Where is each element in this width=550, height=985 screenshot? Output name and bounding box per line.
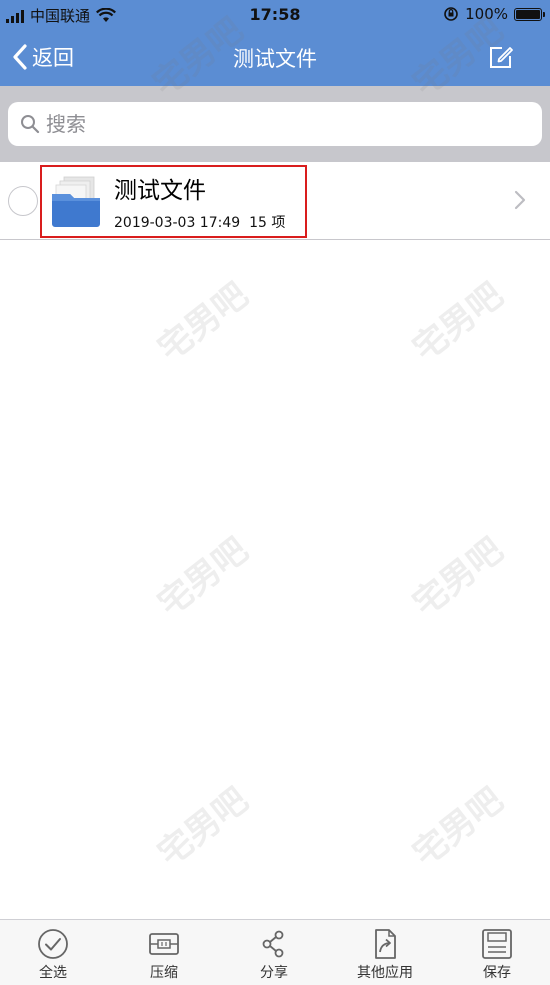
chevron-right-icon bbox=[514, 190, 526, 210]
watermark: 宅男吧 bbox=[405, 275, 511, 370]
watermark: 宅男吧 bbox=[150, 780, 256, 875]
search-box[interactable] bbox=[8, 102, 542, 146]
save-icon bbox=[482, 929, 512, 959]
share-label: 分享 bbox=[260, 965, 288, 981]
save-label: 保存 bbox=[483, 965, 511, 981]
page-title: 测试文件 bbox=[233, 47, 317, 71]
search-icon bbox=[21, 115, 40, 134]
list-item[interactable]: 测试文件 2019-03-03 17:49 15 项 bbox=[0, 162, 550, 240]
edit-button[interactable] bbox=[488, 44, 514, 74]
check-circle-icon bbox=[38, 929, 68, 959]
compress-label: 压缩 bbox=[150, 965, 178, 981]
battery-percent: 100% bbox=[465, 5, 508, 23]
watermark: 宅男吧 bbox=[150, 275, 256, 370]
watermark: 宅男吧 bbox=[405, 780, 511, 875]
search-area bbox=[0, 86, 550, 162]
select-radio[interactable] bbox=[8, 186, 38, 216]
other-apps-button[interactable]: 其他应用 bbox=[340, 928, 430, 982]
status-bar: 中国联通 17:58 100% bbox=[0, 0, 550, 30]
select-all-button[interactable]: 全选 bbox=[8, 928, 98, 982]
search-input[interactable] bbox=[46, 112, 506, 136]
compress-icon bbox=[149, 933, 179, 955]
share-button[interactable]: 分享 bbox=[229, 928, 319, 982]
edit-icon bbox=[490, 47, 513, 68]
watermark: 宅男吧 bbox=[405, 530, 511, 625]
bottom-toolbar: 全选 压缩 分享 其他应用 保存 bbox=[0, 919, 550, 985]
other-apps-label: 其他应用 bbox=[357, 965, 413, 981]
battery-icon bbox=[514, 7, 545, 21]
select-all-label: 全选 bbox=[39, 965, 67, 981]
share-icon bbox=[262, 930, 284, 958]
highlight-annotation bbox=[40, 165, 307, 238]
save-button[interactable]: 保存 bbox=[452, 928, 542, 982]
compress-button[interactable]: 压缩 bbox=[119, 928, 209, 982]
open-in-icon bbox=[375, 929, 396, 959]
orientation-lock-icon bbox=[444, 7, 458, 21]
nav-bar: 返回 测试文件 bbox=[0, 30, 550, 86]
watermark: 宅男吧 bbox=[150, 530, 256, 625]
status-right: 100% bbox=[443, 5, 545, 23]
